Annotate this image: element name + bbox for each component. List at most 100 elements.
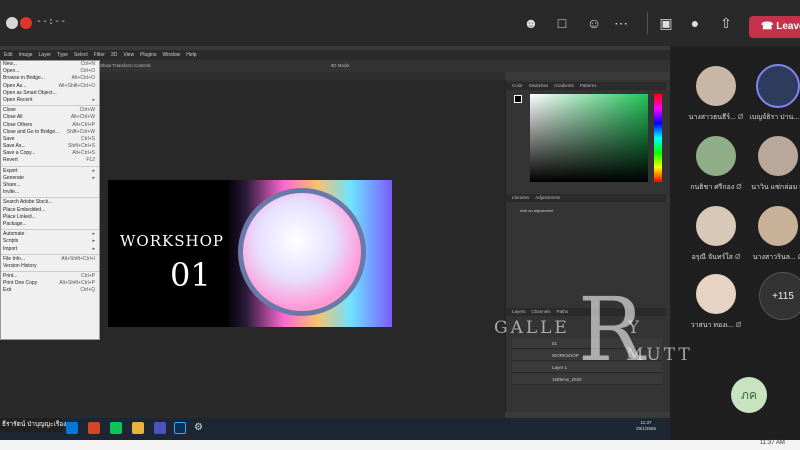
- file-menu-item[interactable]: Generate ▸: [1, 175, 99, 182]
- file-menu-item[interactable]: Close All Alt+Ctrl+W: [1, 114, 99, 121]
- ps-menu-select[interactable]: Select: [74, 50, 88, 60]
- ps-menu-image[interactable]: Image: [19, 50, 33, 60]
- file-menu-shortcut: Ctrl+O: [80, 68, 95, 75]
- artwork-number: 01: [170, 256, 211, 294]
- participant-tile[interactable]: นางสาวรินล...Ø: [747, 204, 800, 263]
- participant-tile[interactable]: วาสนา ทองเ... Ø: [685, 272, 747, 331]
- ps-menu-layer[interactable]: Layer: [39, 50, 52, 60]
- panel-tab-layers[interactable]: Layers: [512, 308, 526, 316]
- toolbar-divider: [647, 12, 648, 34]
- self-avatar[interactable]: ภค: [731, 377, 767, 413]
- file-menu-item[interactable]: Scripts ▸: [1, 238, 99, 245]
- panel-tab-adjustments[interactable]: Adjustments: [535, 194, 560, 202]
- file-menu-item[interactable]: Automate ▸: [1, 231, 99, 238]
- file-menu-item[interactable]: Search Adobe Stock...: [1, 199, 99, 206]
- panel-tab-color[interactable]: Color: [512, 82, 523, 90]
- avatar: [694, 204, 738, 248]
- file-menu-label: Save: [3, 135, 15, 142]
- foreground-swatch[interactable]: [514, 95, 522, 103]
- file-menu-item[interactable]: Revert F12: [1, 157, 99, 164]
- meeting-info-dot[interactable]: [6, 17, 18, 29]
- avatar: [694, 134, 738, 178]
- file-menu-item[interactable]: Share...: [1, 182, 99, 189]
- ps-menu-edit[interactable]: Edit: [4, 50, 13, 60]
- participant-tile[interactable]: นางสาวธนธีร์... Ø: [685, 64, 747, 123]
- participant-tile[interactable]: นาวิน แซ่กล่อมØ: [747, 134, 800, 193]
- file-menu-item[interactable]: Close and Go to Bridge... Shift+Ctrl+W: [1, 129, 99, 136]
- mic-icon[interactable]: ●: [686, 14, 704, 32]
- file-menu-item[interactable]: Place Linked...: [1, 214, 99, 221]
- file-menu-item[interactable]: Open Recent ▸: [1, 97, 99, 104]
- more-icon[interactable]: ⋯: [612, 14, 630, 32]
- file-menu-label: Automate: [3, 231, 25, 238]
- file-menu-item[interactable]: Save Ctrl+S: [1, 136, 99, 143]
- file-menu-item[interactable]: Print... Ctrl+P: [1, 273, 99, 280]
- more-participants-button[interactable]: +115: [759, 272, 800, 320]
- chat-icon[interactable]: □: [553, 14, 571, 32]
- file-menu-label: Close Others: [3, 121, 33, 128]
- hangup-icon: ☎: [761, 21, 777, 32]
- file-menu-item[interactable]: New... Ctrl+N: [1, 61, 99, 68]
- ps-menu-filter[interactable]: Filter: [94, 50, 105, 60]
- avatar: [694, 272, 738, 316]
- hue-slider[interactable]: [654, 94, 662, 182]
- file-menu-item[interactable]: Place Embedded...: [1, 207, 99, 214]
- photoshop-icon: [174, 422, 186, 434]
- file-menu-item[interactable]: Package...: [1, 221, 99, 228]
- file-menu-label: Close: [3, 107, 16, 114]
- participant-tile[interactable]: อรุณี จันทร์ใส Ø: [685, 204, 747, 263]
- ps-menu-type[interactable]: Type: [57, 50, 68, 60]
- file-menu-item[interactable]: Export ▸: [1, 168, 99, 175]
- file-menu-shortcut: Alt+Shift+Ctrl+I: [61, 255, 95, 262]
- file-menu-item[interactable]: Open... Ctrl+O: [1, 68, 99, 75]
- file-menu-item[interactable]: Save a Copy... Alt+Ctrl+S: [1, 150, 99, 157]
- panel-tab-gradients[interactable]: Gradients: [554, 82, 574, 90]
- ps-menu-help[interactable]: Help: [186, 50, 196, 60]
- panel-tab-libraries[interactable]: Libraries: [512, 194, 529, 202]
- file-menu-separator: [1, 197, 99, 199]
- file-menu-item[interactable]: Invite...: [1, 189, 99, 196]
- file-menu-label: Revert: [3, 157, 18, 164]
- leave-button[interactable]: ☎ Leave: [749, 16, 800, 38]
- file-menu-shortcut: F12: [86, 157, 95, 164]
- settings-icon: ⚙: [194, 422, 203, 433]
- reactions-icon[interactable]: ☺: [585, 14, 603, 32]
- color-picker-field[interactable]: [530, 94, 648, 182]
- file-menu-item[interactable]: Version History: [1, 263, 99, 270]
- file-menu-shortcut: Alt+Ctrl+O: [71, 75, 95, 82]
- panel-tab-swatches[interactable]: Swatches: [529, 82, 549, 90]
- file-menu-item[interactable]: Close Ctrl+W: [1, 107, 99, 114]
- panel-tab-paths[interactable]: Paths: [557, 308, 569, 316]
- file-menu-item[interactable]: Import ▸: [1, 246, 99, 253]
- ps-menu-3d[interactable]: 3D: [111, 50, 117, 60]
- file-menu-shortcut: Shift+Ctrl+W: [66, 128, 95, 135]
- file-menu-item[interactable]: Close Others Alt+Ctrl+P: [1, 122, 99, 129]
- participant-tile[interactable]: เบญจ์ธิรา ปาน...Ø: [747, 64, 800, 123]
- participant-name-text: เบญจ์ธิรา ปาน...: [749, 114, 800, 121]
- file-menu-item[interactable]: Exit Ctrl+Q: [1, 287, 99, 294]
- ps-menu-view[interactable]: View: [123, 50, 134, 60]
- file-menu-label: Share...: [3, 182, 21, 188]
- file-menu-item[interactable]: Save As... Shift+Ctrl+S: [1, 143, 99, 150]
- teams-meeting-window: --:-- ☻ □ ☺ ⋯ ▣ ● ⇧ ☎ Leave Edit Image Lay…: [0, 0, 800, 450]
- participant-tile[interactable]: กนธิชา ศรีกอง Ø: [685, 134, 747, 193]
- panel-tab-channels[interactable]: Channels: [532, 308, 551, 316]
- file-menu-label: Browse in Bridge...: [3, 75, 45, 82]
- ps-menu-window[interactable]: Window: [162, 50, 180, 60]
- file-menu-label: Place Embedded...: [3, 206, 46, 213]
- watermark-bottom: MUTT: [626, 345, 693, 365]
- shared-screen: Edit Image Layer Type Select Filter 3D View Plug…: [0, 46, 670, 440]
- people-icon[interactable]: ☻: [522, 14, 540, 32]
- participant-name: วาสนา ทองเ... Ø: [685, 320, 747, 331]
- file-menu-item[interactable]: File Info... Alt+Shift+Ctrl+I: [1, 256, 99, 263]
- share-icon[interactable]: ⇧: [717, 14, 735, 32]
- file-menu-item[interactable]: Print One Copy Alt+Shift+Ctrl+P: [1, 280, 99, 287]
- panel-tab-patterns[interactable]: Patterns: [580, 82, 597, 90]
- avatar: [756, 204, 800, 248]
- ps-menu-plugins[interactable]: Plugins: [140, 50, 156, 60]
- file-menu-item[interactable]: Browse in Bridge... Alt+Ctrl+O: [1, 75, 99, 82]
- file-menu-item[interactable]: Open as Smart Object...: [1, 90, 99, 97]
- camera-off-icon[interactable]: ▣: [657, 14, 675, 32]
- file-menu-item[interactable]: Open As... Alt+Shift+Ctrl+O: [1, 83, 99, 90]
- line-icon: [110, 422, 122, 434]
